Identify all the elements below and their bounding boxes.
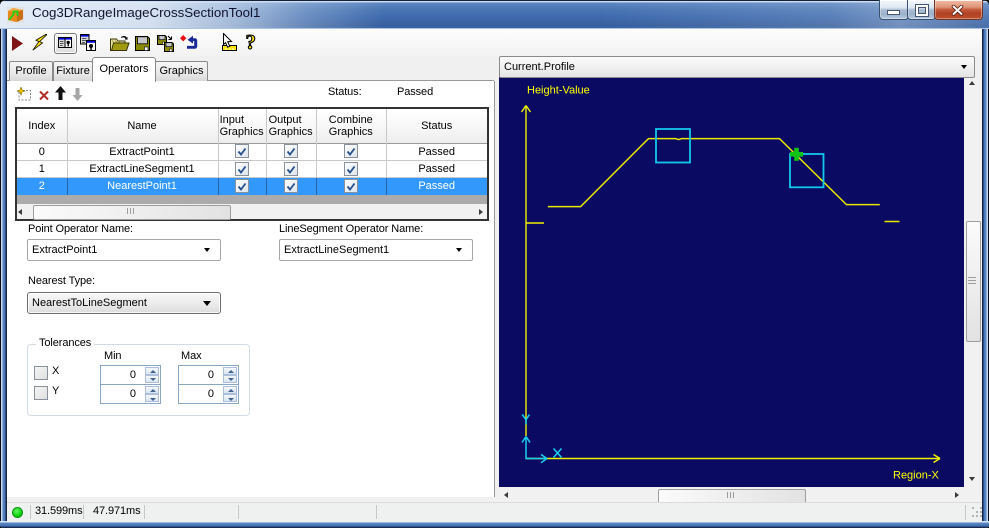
svg-text:Region-X: Region-X [893,470,940,482]
svg-text:?: ? [246,32,257,53]
svg-text:Height-Value: Height-Value [527,85,590,97]
